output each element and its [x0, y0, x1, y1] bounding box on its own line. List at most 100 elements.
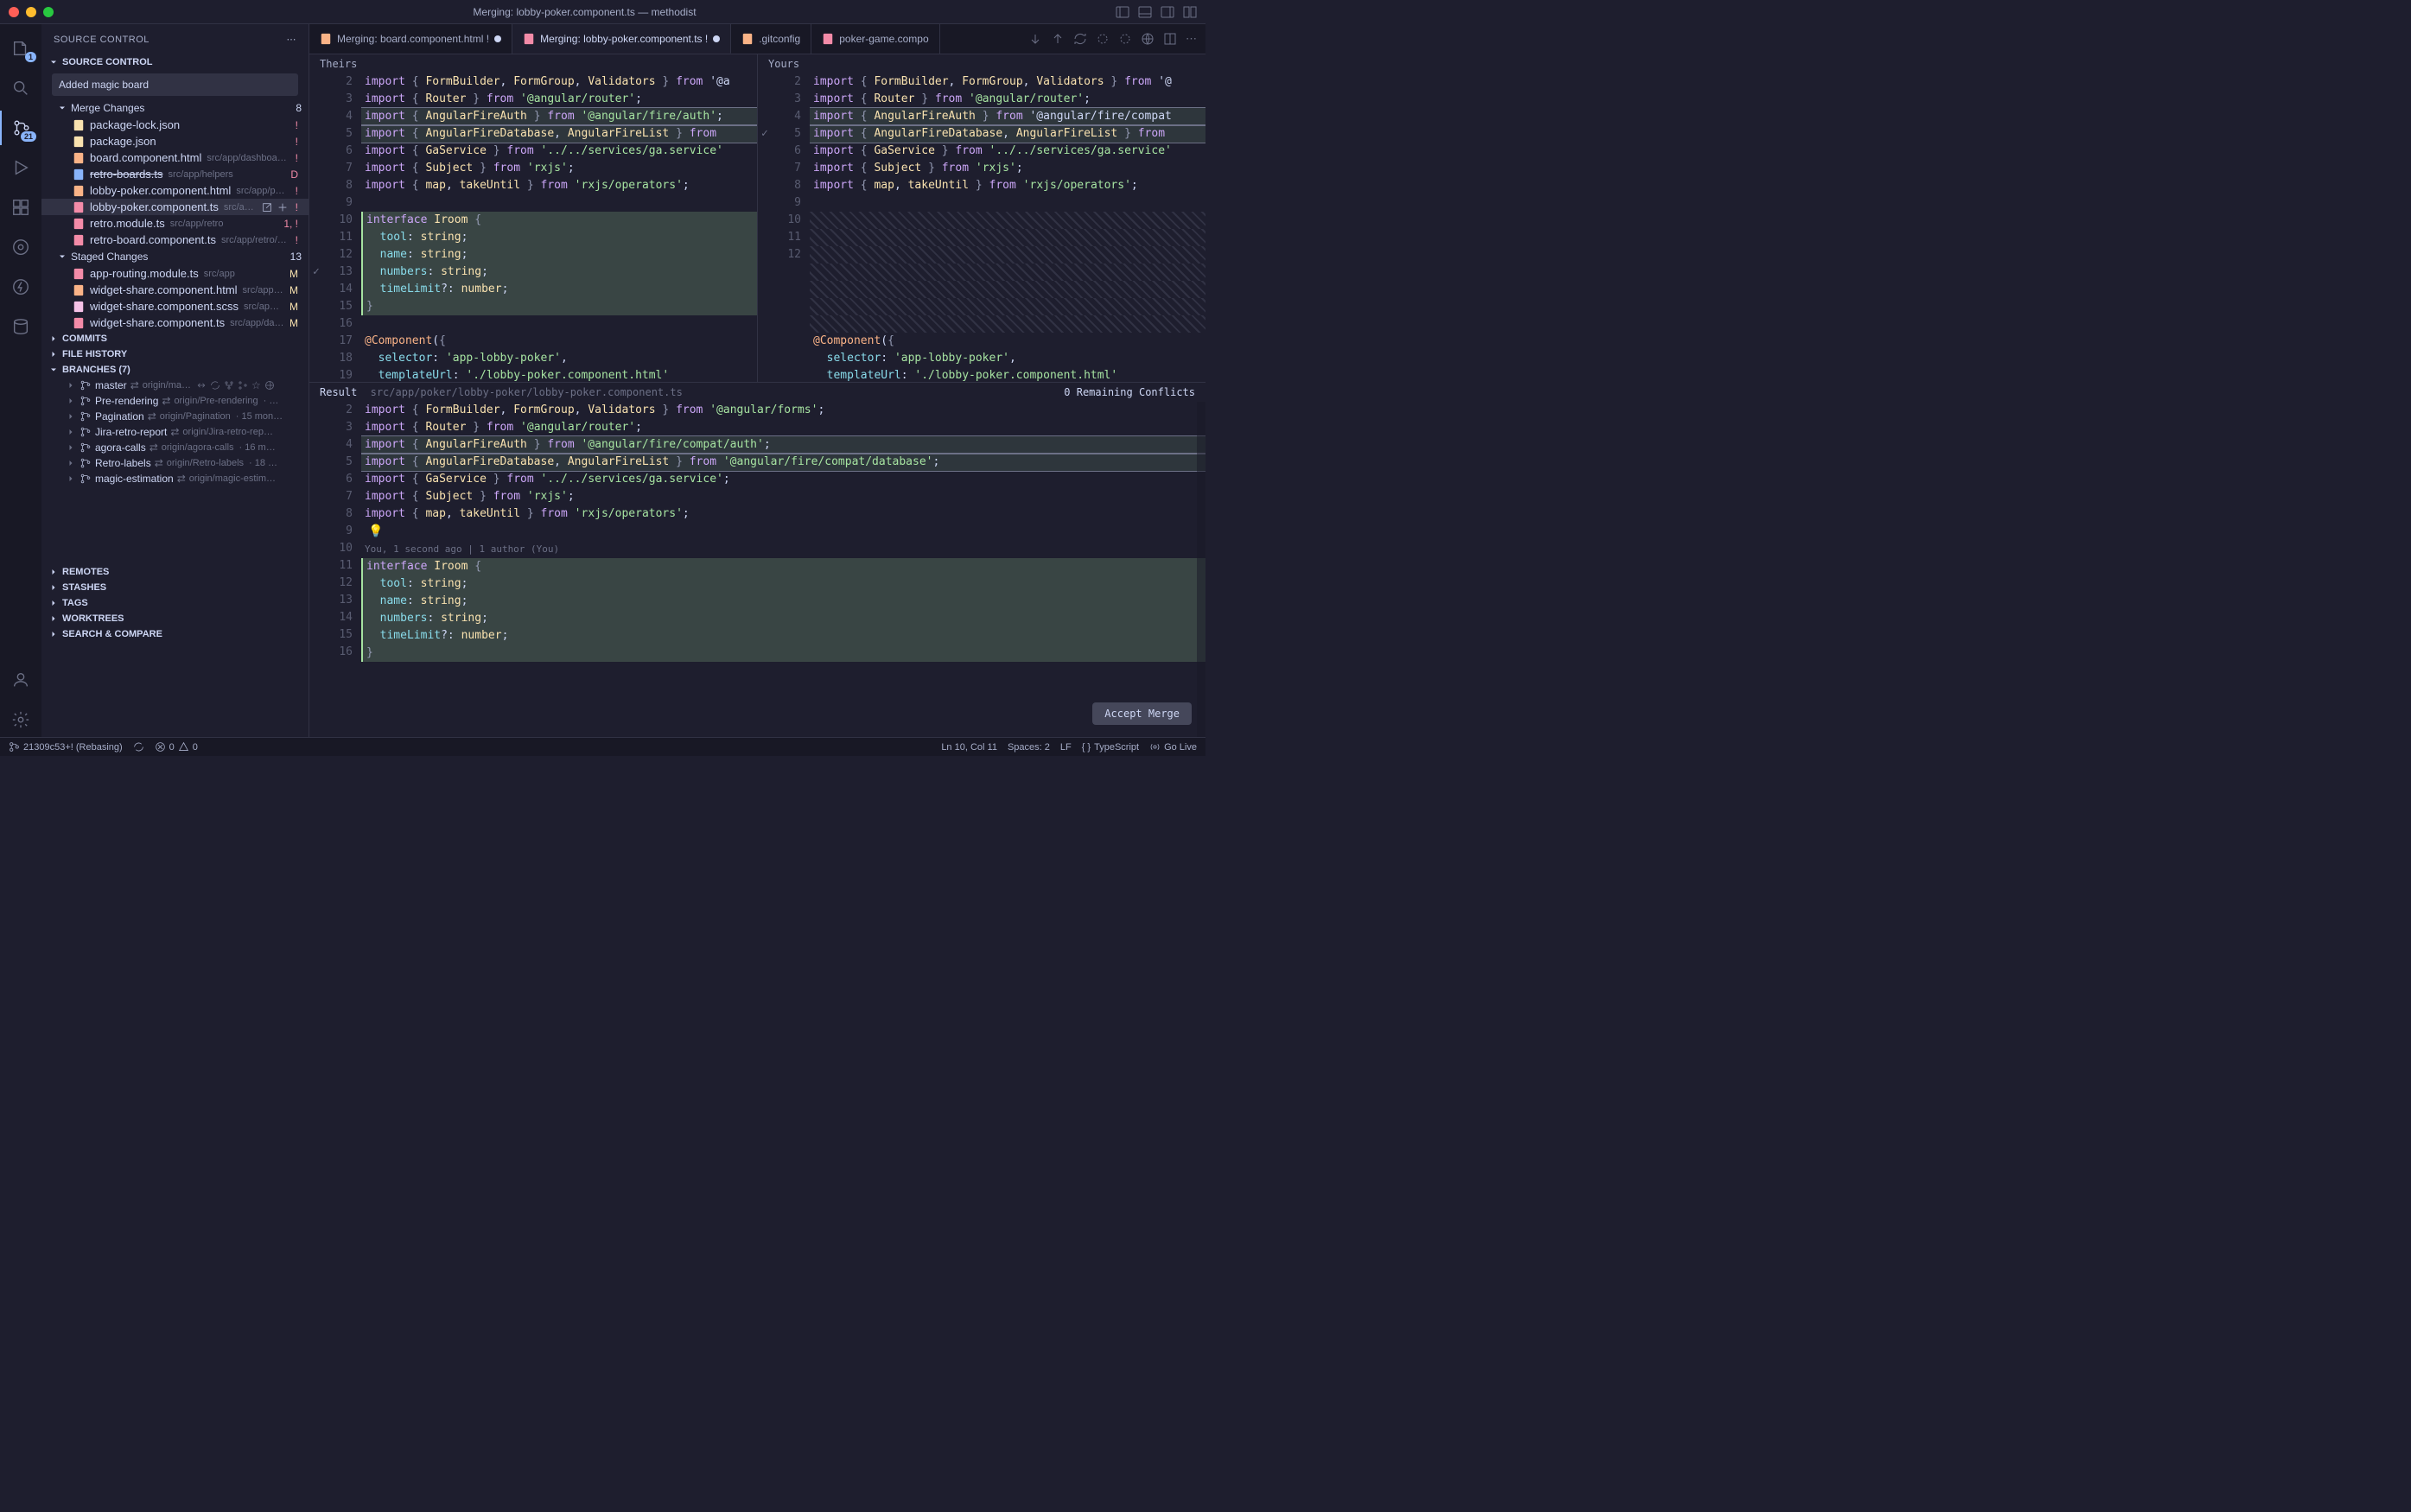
compare-icon[interactable] — [196, 380, 207, 391]
branch-item[interactable]: Jira-retro-report ⇄ origin/Jira-retro-re… — [41, 424, 309, 440]
section-remotes[interactable]: REMOTES — [41, 564, 309, 580]
sync-status[interactable] — [133, 741, 144, 753]
problems-status[interactable]: 0 0 — [155, 741, 198, 753]
circle-icon[interactable] — [1096, 32, 1110, 46]
branch-create-icon[interactable] — [238, 380, 248, 391]
yours-code[interactable]: import { FormBuilder, FormGroup, Validat… — [810, 73, 1206, 382]
run-debug-icon[interactable] — [0, 150, 41, 185]
file-name: retro-board.component.ts — [90, 233, 216, 246]
branch-icon — [80, 473, 92, 485]
tab-label: .gitconfig — [759, 33, 800, 45]
branch-item[interactable]: Pre-rendering ⇄ origin/Pre-rendering · … — [41, 393, 309, 409]
file-item[interactable]: board.component.htmlsrc/app/dashboa…! — [41, 149, 309, 166]
branch-item[interactable]: agora-calls ⇄ origin/agora-calls · 16 m… — [41, 440, 309, 455]
indentation[interactable]: Spaces: 2 — [1008, 742, 1050, 753]
file-status: 1, ! — [283, 218, 302, 230]
graph-icon[interactable] — [224, 380, 234, 391]
section-branches[interactable]: BRANCHES (7) — [41, 362, 309, 378]
section-search-compare[interactable]: SEARCH & COMPARE — [41, 626, 309, 642]
database-icon[interactable] — [0, 309, 41, 344]
star-icon[interactable]: ☆ — [251, 379, 261, 391]
section-file-history[interactable]: FILE HISTORY — [41, 346, 309, 362]
editor-tab[interactable]: Merging: lobby-poker.component.ts ! — [512, 24, 731, 54]
accept-check-icon[interactable]: ✓ — [758, 127, 768, 140]
source-control-icon[interactable]: 21 — [0, 111, 41, 145]
file-item[interactable]: widget-share.component.scsssrc/app…M — [41, 298, 309, 314]
branch-status[interactable]: 21309c53+! (Rebasing) — [9, 741, 123, 753]
close-window[interactable] — [9, 7, 19, 17]
theirs-code[interactable]: import { FormBuilder, FormGroup, Validat… — [361, 73, 757, 382]
commit-message-input[interactable]: Added magic board — [52, 73, 298, 96]
file-item[interactable]: lobby-poker.component.htmlsrc/app/p…! — [41, 182, 309, 199]
explorer-icon[interactable]: 1 — [0, 31, 41, 66]
merge-changes-header[interactable]: Merge Changes 8 — [41, 99, 309, 117]
maximize-window[interactable] — [43, 7, 54, 17]
layout-customize-icon[interactable] — [1183, 5, 1197, 19]
globe-icon[interactable] — [1141, 32, 1155, 46]
cursor-position[interactable]: Ln 10, Col 11 — [941, 742, 997, 753]
section-commits[interactable]: COMMITS — [41, 331, 309, 346]
minimap[interactable] — [1197, 402, 1206, 737]
language-mode[interactable]: { }TypeScript — [1082, 742, 1139, 753]
refresh-icon[interactable] — [210, 380, 220, 391]
file-name: retro.module.ts — [90, 217, 165, 230]
accept-check-icon[interactable]: ✓ — [309, 265, 320, 278]
sidebar-title: SOURCE CONTROL ⋯ — [41, 24, 309, 54]
file-name: board.component.html — [90, 151, 201, 164]
editor-tab[interactable]: Merging: board.component.html ! — [309, 24, 512, 54]
result-code[interactable]: import { FormBuilder, FormGroup, Validat… — [361, 402, 1206, 737]
file-status: D — [290, 168, 302, 181]
tab-label: poker-game.compo — [839, 33, 928, 45]
nav-down-icon[interactable] — [1028, 32, 1042, 46]
gitlens-icon[interactable] — [0, 230, 41, 264]
panel-right-icon[interactable] — [1161, 5, 1174, 19]
settings-gear-icon[interactable] — [0, 702, 41, 737]
open-file-icon[interactable] — [261, 201, 273, 213]
staged-changes-header[interactable]: Staged Changes 13 — [41, 248, 309, 265]
file-item[interactable]: lobby-poker.component.tssrc/a…! — [41, 199, 309, 215]
extensions-icon[interactable] — [0, 190, 41, 225]
more-icon[interactable]: ⋯ — [287, 34, 297, 45]
nav-up-icon[interactable] — [1051, 32, 1065, 46]
file-item[interactable]: widget-share.component.tssrc/app/da…M — [41, 314, 309, 331]
branch-item[interactable]: Pagination ⇄ origin/Pagination · 15 mon… — [41, 409, 309, 424]
account-icon[interactable] — [0, 663, 41, 697]
file-item[interactable]: retro-boards.tssrc/app/helpersD — [41, 166, 309, 182]
eol[interactable]: LF — [1060, 742, 1072, 753]
chevron-right-icon — [66, 411, 76, 422]
file-item[interactable]: app-routing.module.tssrc/appM — [41, 265, 309, 282]
section-tags[interactable]: TAGS — [41, 595, 309, 611]
tab-actions: ⋯ — [1020, 24, 1206, 54]
file-name: widget-share.component.html — [90, 283, 238, 296]
section-worktrees[interactable]: WORKTREES — [41, 611, 309, 626]
file-item[interactable]: retro-board.component.tssrc/app/retro/…! — [41, 232, 309, 248]
circle2-icon[interactable] — [1118, 32, 1132, 46]
panel-left-icon[interactable] — [1116, 5, 1129, 19]
globe-icon[interactable] — [264, 380, 275, 391]
section-stashes[interactable]: STASHES — [41, 580, 309, 595]
section-source-control[interactable]: SOURCE CONTROL — [41, 54, 309, 70]
search-icon[interactable] — [0, 71, 41, 105]
branch-item[interactable]: master ⇄ origin/ma… ☆ — [41, 378, 309, 393]
more-icon[interactable]: ⋯ — [1186, 32, 1197, 46]
split-icon[interactable] — [1163, 32, 1177, 46]
minimize-window[interactable] — [26, 7, 36, 17]
refresh-icon[interactable] — [1073, 32, 1087, 46]
branch-icon — [80, 426, 92, 438]
editor-tab[interactable]: .gitconfig — [731, 24, 811, 54]
branch-item[interactable]: Retro-labels ⇄ origin/Retro-labels · 18 … — [41, 455, 309, 471]
tab-label: Merging: board.component.html ! — [337, 33, 489, 45]
file-item[interactable]: widget-share.component.htmlsrc/app…M — [41, 282, 309, 298]
editor-tab[interactable]: poker-game.compo — [811, 24, 939, 54]
thunder-icon[interactable] — [0, 270, 41, 304]
file-item[interactable]: package.json! — [41, 133, 309, 149]
branch-remote: origin/Retro-labels — [167, 458, 244, 468]
add-icon[interactable] — [277, 201, 289, 213]
file-item[interactable]: retro.module.tssrc/app/retro1, ! — [41, 215, 309, 232]
go-live[interactable]: Go Live — [1149, 741, 1197, 753]
branch-item[interactable]: magic-estimation ⇄ origin/magic-estim… — [41, 471, 309, 486]
file-item[interactable]: package-lock.json! — [41, 117, 309, 133]
panel-bottom-icon[interactable] — [1138, 5, 1152, 19]
accept-merge-button[interactable]: Accept Merge — [1092, 702, 1192, 725]
merge-editor: Theirs ✓ 2345678910111213141516171819 im… — [309, 54, 1206, 737]
